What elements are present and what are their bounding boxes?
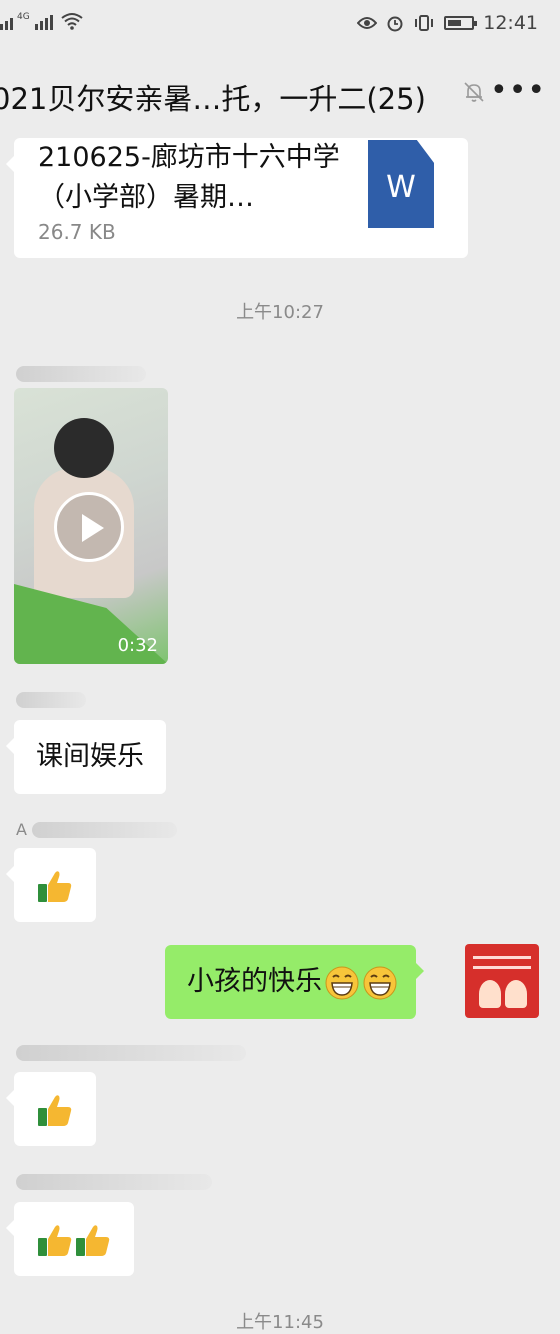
status-time: 12:41 [483,12,538,34]
own-text-message[interactable]: 小孩的快乐 [165,945,424,1019]
file-size: 26.7 KB [38,220,116,244]
signal-icon-2 [34,15,53,30]
timestamp: 上午10:27 [236,302,324,323]
video-message[interactable]: 0:32 [14,388,168,664]
sender-name: A [16,820,27,839]
thumbs-up-icon [38,1095,72,1126]
wifi-icon [61,13,83,30]
sender-name-blurred [16,366,146,382]
own-avatar[interactable] [465,944,539,1018]
emoji-message[interactable] [6,1072,96,1146]
video-thumbnail-head [54,418,114,478]
sender-name-blurred [16,1045,246,1061]
thumbs-up-icon [38,1225,72,1256]
word-doc-icon: W [368,140,434,228]
sender-name-blurred [16,1174,212,1190]
alarm-icon [387,16,403,32]
grin-emoji-icon [325,966,359,999]
video-duration: 0:32 [117,635,158,656]
play-icon[interactable] [54,492,124,562]
signal-icon [0,18,13,30]
text-message[interactable]: 课间娱乐 [6,720,166,794]
emoji-message[interactable] [6,848,96,922]
own-text: 小孩的快乐 [187,966,322,997]
battery-icon [444,16,478,30]
sender-name-blurred [32,822,177,838]
signal-area: 4G [0,12,83,30]
vibrate-icon [415,15,434,31]
eye-icon [357,17,378,29]
file-message[interactable]: 210625-廊坊市十六中学（小学部）暑期… 26.7 KB W [6,138,468,258]
status-bar: 4G 12:41 [0,0,560,48]
file-name: 210625-廊坊市十六中学（小学部）暑期… [38,142,340,213]
thumbs-up-icon [38,871,72,902]
more-dots-icon[interactable]: ••• [490,73,546,108]
timestamp: 上午11:45 [236,1312,324,1333]
thumbs-up-icon [76,1225,110,1256]
emoji-message[interactable] [6,1202,134,1276]
bell-muted-icon [464,82,484,102]
word-doc-letter: W [386,170,416,205]
grin-emoji-icon [363,966,397,999]
network-label: 4G [17,12,30,22]
chat-title[interactable]: 021贝尔安亲暑…托，一升二(25) [0,76,426,118]
sender-name-blurred [16,692,86,708]
status-icons: 12:41 [357,12,538,34]
